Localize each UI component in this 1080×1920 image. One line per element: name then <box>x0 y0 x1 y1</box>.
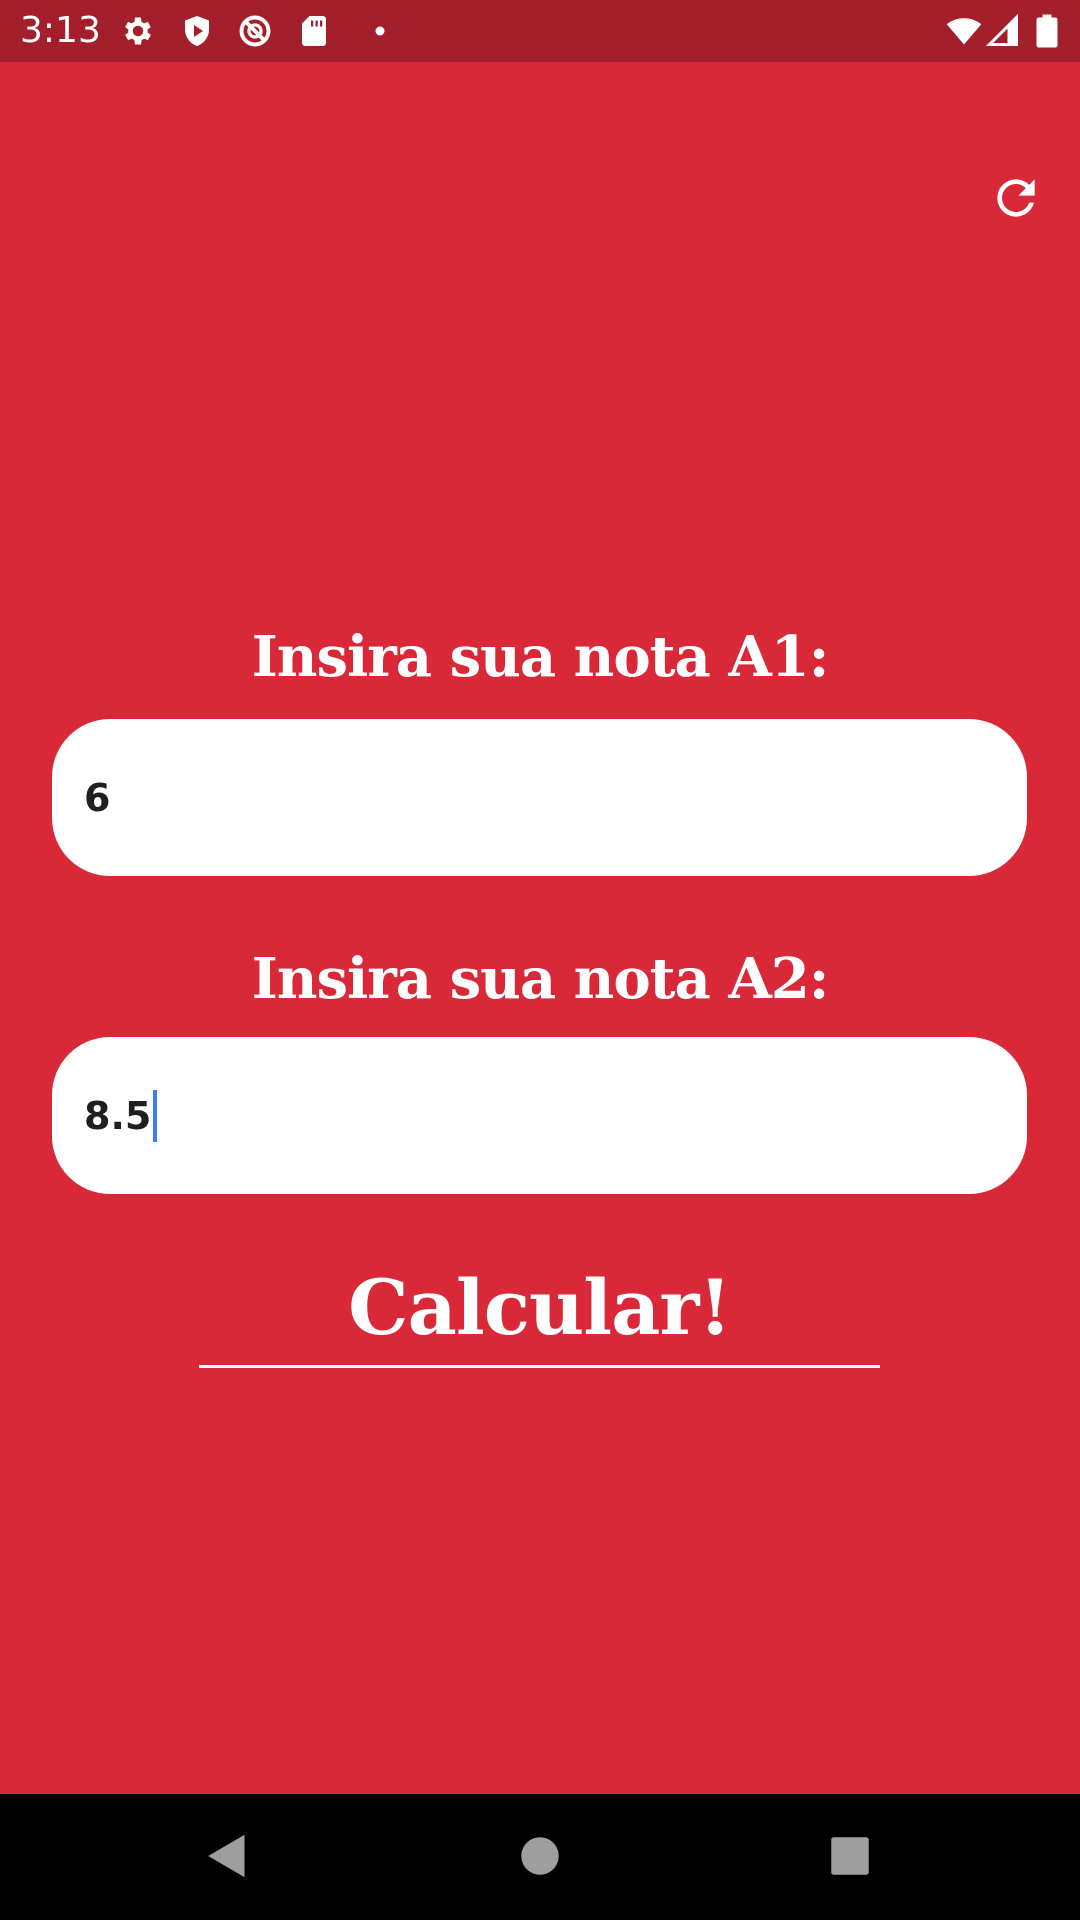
home-icon <box>510 1826 570 1886</box>
back-button[interactable] <box>197 1826 257 1886</box>
navigation-bar <box>0 1794 1080 1920</box>
refresh-button[interactable] <box>988 170 1044 226</box>
circle-slash-icon <box>237 13 273 49</box>
shield-play-icon <box>179 13 215 49</box>
label-nota-a1: Insira sua nota A1: <box>251 624 830 690</box>
wifi-icon <box>944 13 984 49</box>
signal-icon <box>985 13 1021 49</box>
back-icon <box>197 1826 257 1886</box>
status-time: 3:13 <box>20 10 101 51</box>
input-nota-a2[interactable]: 8.5 <box>52 1037 1027 1194</box>
home-button[interactable] <box>510 1826 570 1886</box>
recents-icon <box>820 1826 880 1886</box>
dot-icon <box>353 13 389 49</box>
status-bar: 3:13 <box>0 0 1080 62</box>
sd-card-icon <box>296 13 332 49</box>
battery-icon <box>1032 13 1062 49</box>
gear-icon <box>120 13 156 49</box>
text-cursor <box>153 1089 158 1142</box>
input-nota-a2-value: 8.5 <box>84 1093 152 1138</box>
calculate-underline <box>199 1365 880 1368</box>
refresh-icon <box>988 170 1044 226</box>
calculate-button[interactable]: Calcular! <box>199 1262 880 1368</box>
app-screen: Insira sua nota A1: 6 Insira sua nota A2… <box>0 62 1080 1794</box>
input-nota-a1[interactable]: 6 <box>52 719 1027 876</box>
label-nota-a2: Insira sua nota A2: <box>251 946 830 1012</box>
input-nota-a1-value: 6 <box>84 775 111 820</box>
calculate-label: Calcular! <box>348 1263 732 1352</box>
recents-button[interactable] <box>820 1826 880 1886</box>
